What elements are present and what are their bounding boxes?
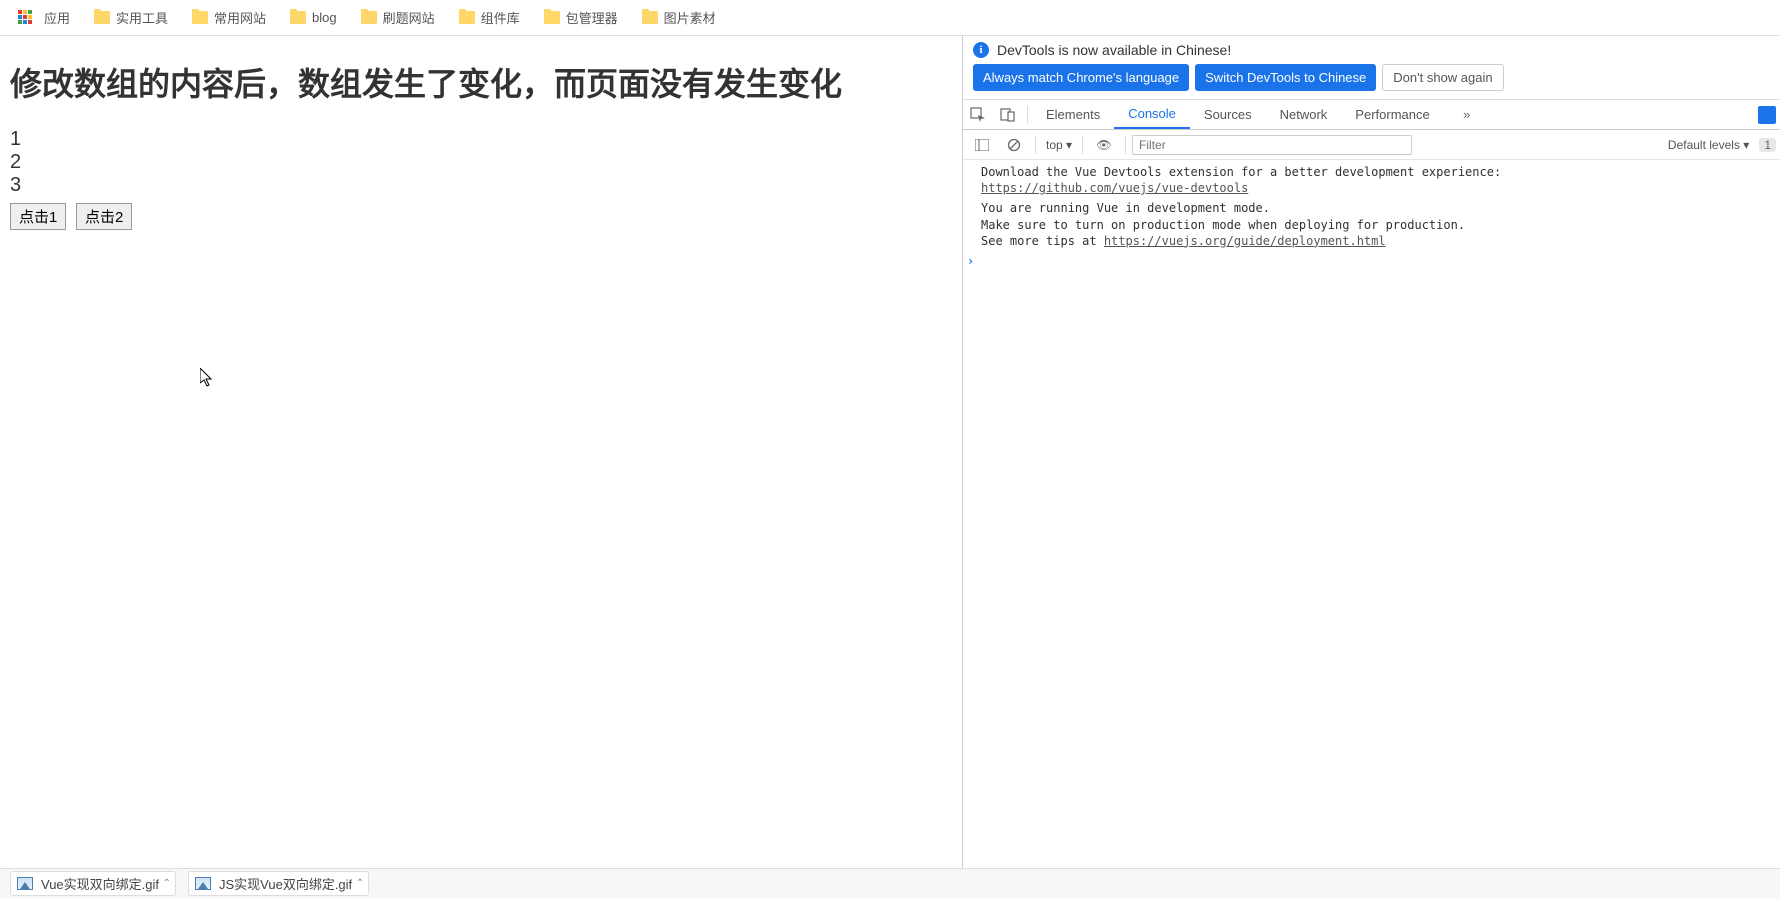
click1-button[interactable]: 点击1 [10,203,66,230]
bookmark-folder[interactable]: 实用工具 [84,4,178,31]
apps-label: 应用 [44,8,70,27]
console-message: You are running Vue in development mode.… [981,200,1780,249]
bookmark-folder[interactable]: 组件库 [449,4,530,31]
folder-icon [290,11,306,24]
issue-count-badge[interactable]: 1 [1759,138,1776,152]
list-item: 1 [10,128,952,151]
bookmark-folder[interactable]: 图片素材 [632,4,726,31]
inspect-element-icon[interactable] [963,100,993,130]
folder-icon [459,11,475,24]
folder-icon [192,11,208,24]
console-prompt-icon[interactable]: › [967,253,974,269]
image-file-icon [17,877,33,890]
clear-console-icon[interactable] [999,130,1029,160]
folder-icon [94,11,110,24]
match-language-button[interactable]: Always match Chrome's language [973,64,1189,91]
dont-show-again-button[interactable]: Don't show again [1382,64,1503,91]
switch-language-button[interactable]: Switch DevTools to Chinese [1195,64,1376,91]
console-output: Download the Vue Devtools extension for … [963,160,1780,868]
info-message: DevTools is now available in Chinese! [997,42,1231,58]
tab-elements[interactable]: Elements [1032,100,1114,129]
tab-performance[interactable]: Performance [1341,100,1443,129]
tab-console[interactable]: Console [1114,100,1190,129]
device-toolbar-icon[interactable] [993,100,1023,130]
context-selector[interactable]: top ▾ [1042,138,1076,152]
apps-icon [18,10,34,26]
folder-icon [642,11,658,24]
image-file-icon [195,877,211,890]
console-link[interactable]: https://github.com/vuejs/vue-devtools [981,181,1248,195]
bookmark-folder[interactable]: blog [280,6,347,29]
apps-button[interactable]: 应用 [8,4,80,31]
tab-network[interactable]: Network [1266,100,1342,129]
chevron-up-icon[interactable]: ⌃ [163,878,171,889]
downloads-shelf: Vue实现双向绑定.gif ⌃ JS实现Vue双向绑定.gif ⌃ [0,868,1780,898]
console-toolbar: top ▾ Default levels ▾ 1 [963,130,1780,160]
folder-icon [544,11,560,24]
bookmarks-bar: 应用 实用工具 常用网站 blog 刷题网站 组件库 包管理器 图片素材 [0,0,1780,36]
devtools-info-bar: i DevTools is now available in Chinese! [963,36,1780,64]
chevron-up-icon[interactable]: ⌃ [356,878,364,889]
whats-new-badge-icon[interactable] [1758,106,1776,124]
download-item[interactable]: Vue实现双向绑定.gif ⌃ [10,871,176,896]
console-message: Download the Vue Devtools extension for … [981,164,1780,196]
list-item: 2 [10,151,952,174]
page-title: 修改数组的内容后，数组发生了变化，而页面没有发生变化 [10,64,952,106]
bookmark-folder[interactable]: 包管理器 [534,4,628,31]
page-viewport: 修改数组的内容后，数组发生了变化，而页面没有发生变化 1 2 3 点击1 点击2 [0,36,962,868]
devtools-panel: i DevTools is now available in Chinese! … [962,36,1780,868]
info-icon: i [973,42,989,58]
live-expression-icon[interactable] [1089,130,1119,160]
click2-button[interactable]: 点击2 [76,203,132,230]
folder-icon [361,11,377,24]
console-sidebar-toggle-icon[interactable] [967,130,997,160]
console-filter-input[interactable] [1132,135,1412,155]
bookmark-folder[interactable]: 常用网站 [182,4,276,31]
list-item: 3 [10,174,952,197]
tab-sources[interactable]: Sources [1190,100,1266,129]
console-link[interactable]: https://vuejs.org/guide/deployment.html [1104,234,1386,248]
log-levels-selector[interactable]: Default levels ▾ [1668,138,1749,152]
download-item[interactable]: JS实现Vue双向绑定.gif ⌃ [188,871,369,896]
tabs-overflow-icon[interactable]: » [1452,100,1482,130]
devtools-tab-bar: Elements Console Sources Network Perform… [963,100,1780,130]
bookmark-folder[interactable]: 刷题网站 [351,4,445,31]
